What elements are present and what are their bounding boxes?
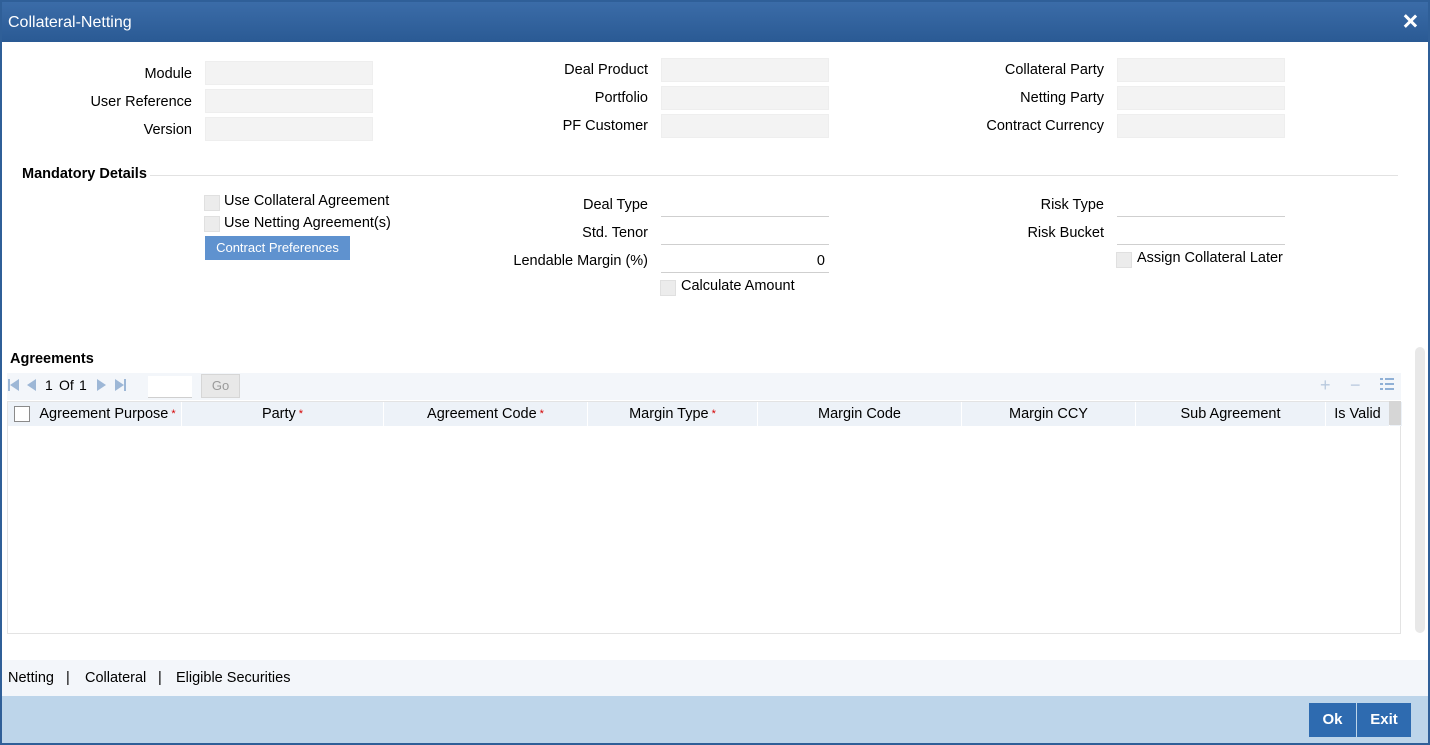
required-marker: * [171, 408, 176, 420]
risk-type-label: Risk Type [1040, 197, 1104, 213]
module-field[interactable] [205, 61, 373, 85]
column-party[interactable]: Party * [182, 402, 384, 426]
deal-type-field[interactable] [661, 193, 829, 217]
netting-party-label: Netting Party [1020, 90, 1104, 106]
use-netting-agreements-checkbox[interactable] [204, 216, 220, 232]
link-separator: | [158, 670, 162, 686]
column-label: Margin CCY [1009, 406, 1088, 422]
add-row-icon[interactable]: + [1320, 376, 1331, 394]
delete-row-icon[interactable]: − [1350, 376, 1361, 394]
calculate-amount-checkbox[interactable] [660, 280, 676, 296]
netting-link[interactable]: Netting [8, 670, 54, 686]
assign-collateral-later-checkbox[interactable] [1116, 252, 1132, 268]
deal-product-field[interactable] [661, 58, 829, 82]
grid-header: Agreement Purpose * Party * Agreement Code… [8, 402, 1402, 426]
page-of-label: Of [59, 377, 74, 393]
page-number-input[interactable] [148, 376, 192, 398]
deal-type-label: Deal Type [582, 197, 648, 213]
grid-column-scroll-stub[interactable] [1389, 401, 1401, 425]
page-current: 1 [45, 377, 53, 393]
column-margin-code[interactable]: Margin Code [758, 402, 962, 426]
column-label: Agreement Code [427, 406, 537, 422]
use-netting-agreements-label: Use Netting Agreement(s) [224, 215, 391, 231]
last-page-icon[interactable] [115, 379, 127, 391]
lendable-margin-label: Lendable Margin (%) [513, 253, 648, 269]
collateral-party-label: Collateral Party [1004, 62, 1104, 78]
user-reference-field[interactable] [205, 89, 373, 113]
agreements-grid: Agreement Purpose * Party * Agreement Code… [7, 401, 1402, 634]
version-field[interactable] [205, 117, 373, 141]
vertical-scrollbar[interactable] [1415, 347, 1425, 633]
portfolio-field[interactable] [661, 86, 829, 110]
use-collateral-agreement-checkbox[interactable] [204, 195, 220, 211]
risk-bucket-field[interactable] [1117, 221, 1285, 245]
calculate-amount-label: Calculate Amount [681, 278, 795, 294]
contract-preferences-button[interactable]: Contract Preferences [205, 236, 350, 260]
next-page-icon[interactable] [97, 379, 106, 391]
go-button[interactable]: Go [201, 374, 240, 398]
column-margin-type[interactable]: Margin Type * [588, 402, 758, 426]
ok-button[interactable]: Ok [1309, 703, 1356, 737]
exit-button[interactable]: Exit [1357, 703, 1411, 737]
close-icon[interactable] [1400, 11, 1420, 31]
pf-customer-label: PF Customer [562, 118, 648, 134]
user-reference-label: User Reference [90, 94, 192, 110]
section-divider [150, 175, 1398, 176]
agreements-title: Agreements [10, 351, 94, 367]
column-is-valid[interactable]: Is Valid [1326, 402, 1390, 426]
window-title: Collateral-Netting [8, 14, 132, 31]
column-agreement-code[interactable]: Agreement Code * [384, 402, 588, 426]
required-marker: * [298, 408, 304, 420]
lendable-margin-field[interactable]: 0 [661, 249, 829, 273]
pf-customer-field[interactable] [661, 114, 829, 138]
mandatory-details-title: Mandatory Details [22, 166, 147, 182]
portfolio-label: Portfolio [594, 90, 648, 106]
select-all-checkbox[interactable] [14, 406, 30, 422]
contract-currency-label: Contract Currency [986, 118, 1104, 134]
column-label: Is Valid [1334, 406, 1381, 422]
column-label: Sub Agreement [1180, 406, 1281, 422]
module-label: Module [144, 66, 192, 82]
use-collateral-agreement-label: Use Collateral Agreement [224, 193, 390, 209]
footer-bar [2, 696, 1428, 743]
collateral-party-field[interactable] [1117, 58, 1285, 82]
link-separator: | [66, 670, 70, 686]
risk-type-field[interactable] [1117, 193, 1285, 217]
required-marker: * [711, 408, 716, 420]
std-tenor-label: Std. Tenor [582, 225, 648, 241]
risk-bucket-label: Risk Bucket [1027, 225, 1104, 241]
column-label: Margin Type [629, 406, 709, 422]
page-total: 1 [79, 377, 87, 393]
first-page-icon[interactable] [8, 379, 20, 391]
column-margin-ccy[interactable]: Margin CCY [962, 402, 1136, 426]
deal-product-label: Deal Product [564, 62, 648, 78]
column-label: Margin Code [817, 406, 901, 422]
title-bar: Collateral-Netting [2, 2, 1428, 42]
single-record-view-icon[interactable] [1380, 378, 1394, 391]
version-label: Version [143, 122, 192, 138]
previous-page-icon[interactable] [27, 379, 36, 391]
required-marker: * [539, 408, 544, 420]
eligible-securities-link[interactable]: Eligible Securities [176, 670, 290, 686]
contract-currency-field[interactable] [1117, 114, 1285, 138]
column-label: Party [261, 406, 296, 422]
column-sub-agreement[interactable]: Sub Agreement [1136, 402, 1326, 426]
std-tenor-field[interactable] [661, 221, 829, 245]
assign-collateral-later-label: Assign Collateral Later [1137, 250, 1283, 266]
netting-party-field[interactable] [1117, 86, 1285, 110]
column-agreement-purpose[interactable]: Agreement Purpose * [34, 402, 182, 426]
column-label: Agreement Purpose [39, 406, 169, 422]
collateral-link[interactable]: Collateral [85, 670, 146, 686]
